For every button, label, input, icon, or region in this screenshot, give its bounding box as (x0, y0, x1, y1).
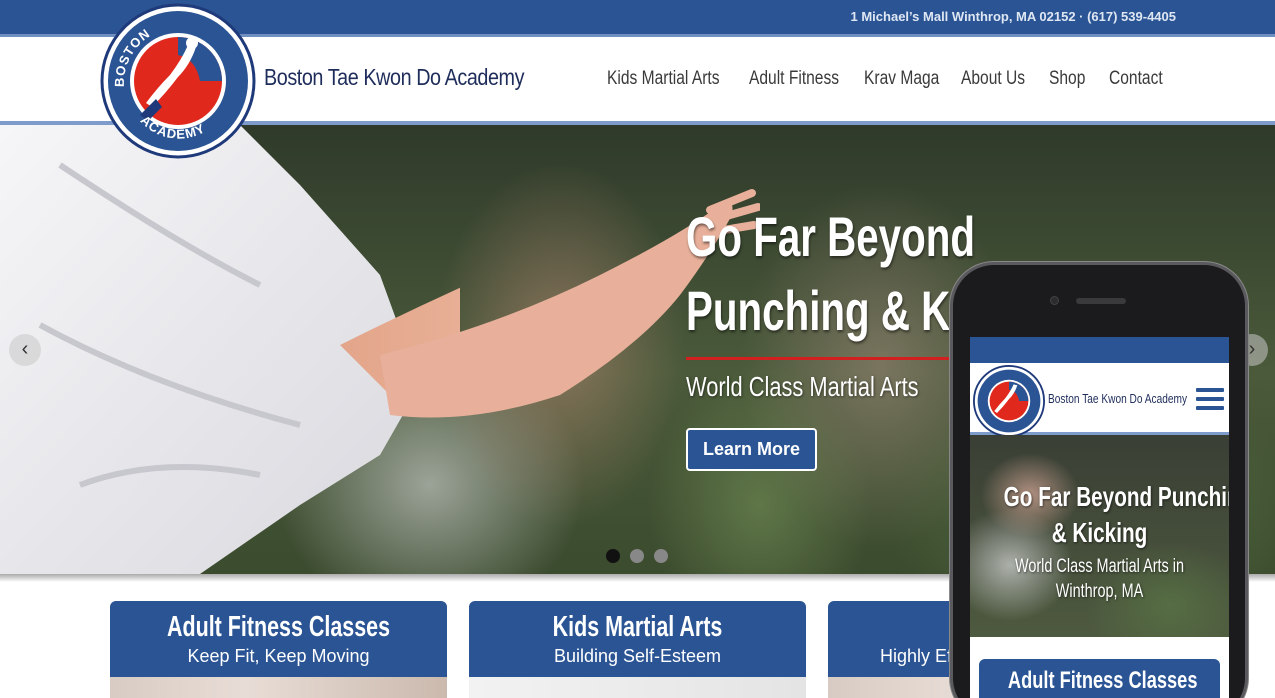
card-image (469, 677, 806, 698)
mobile-hero-title-line-2: & Kicking (1051, 517, 1148, 548)
slide-dot-1[interactable] (606, 549, 620, 563)
academy-logo[interactable]: BOSTON ACADEMY (100, 3, 256, 159)
card-subtitle: Keep Fit, Keep Moving (187, 646, 370, 666)
mobile-logo[interactable] (973, 365, 1045, 437)
mobile-hero-title-line-1: Go Far Beyond Punching (1003, 481, 1229, 512)
mobile-top-bar (970, 337, 1229, 363)
mobile-card-adult-fitness[interactable]: Adult Fitness Classes (979, 659, 1220, 698)
card-kids-martial-arts[interactable]: Kids Martial Arts Building Self-Esteem (469, 601, 806, 698)
hero-title: Go Far Beyond Punching & K (686, 200, 975, 348)
prev-slide-icon[interactable]: ‹ (9, 334, 41, 366)
card-adult-fitness[interactable]: Adult Fitness Classes Keep Fit, Keep Mov… (110, 601, 447, 698)
hamburger-menu-icon[interactable] (1196, 388, 1224, 410)
mobile-card-title: Adult Fitness Classes (1007, 667, 1198, 694)
card-header: Adult Fitness Classes Keep Fit, Keep Mov… (110, 601, 447, 677)
nav-item-contact[interactable]: Contact (1109, 68, 1166, 94)
hero-subtitle: World Class Martial Arts (686, 371, 919, 402)
mobile-hero-subtitle-line-1: World Class Martial Arts in (1014, 556, 1185, 577)
card-title: Adult Fitness Classes (166, 611, 391, 643)
hero-divider (686, 357, 966, 360)
phone-screen: Boston Tae Kwon Do Academy Go Far Beyond… (970, 337, 1229, 698)
card-title: Kids Martial Arts (552, 611, 723, 643)
nav-item-krav-maga[interactable]: Krav Maga (864, 68, 944, 94)
slide-indicators (606, 549, 668, 563)
nav-item-about-us[interactable]: About Us (961, 68, 1033, 94)
card-subtitle: Building Self-Esteem (553, 646, 722, 666)
phone-speaker-icon (1076, 298, 1126, 304)
hero-title-line-2: Punching & K (686, 279, 951, 342)
slide-dot-2[interactable] (630, 549, 644, 563)
phone-camera-icon (1050, 296, 1059, 305)
mobile-hero-subtitle: World Class Martial Arts in Winthrop, MA (1001, 554, 1198, 604)
hero-title-line-1: Go Far Beyond (686, 205, 976, 268)
card-image (110, 677, 447, 698)
nav-item-kids-martial-arts[interactable]: Kids Martial Arts (607, 68, 723, 94)
learn-more-button[interactable]: Learn More (686, 428, 817, 471)
nav-item-shop[interactable]: Shop (1049, 68, 1098, 94)
contact-info[interactable]: 1 Michael’s Mall Winthrop, MA 02152 · (6… (851, 9, 1176, 24)
mobile-hero: Go Far Beyond Punching & Kicking World C… (970, 435, 1229, 637)
mobile-hero-subtitle-line-2: Winthrop, MA (1055, 581, 1144, 602)
main-nav: Kids Martial Arts Adult Fitness Krav Mag… (607, 68, 1179, 94)
slide-dot-3[interactable] (654, 549, 668, 563)
nav-item-adult-fitness[interactable]: Adult Fitness (749, 68, 843, 94)
mobile-hero-title: Go Far Beyond Punching & Kicking (1003, 479, 1229, 551)
brand-name[interactable]: Boston Tae Kwon Do Academy (264, 64, 524, 91)
card-header: Kids Martial Arts Building Self-Esteem (469, 601, 806, 677)
mobile-header: Boston Tae Kwon Do Academy (970, 363, 1229, 437)
mobile-brand-name: Boston Tae Kwon Do Academy (1048, 391, 1188, 406)
